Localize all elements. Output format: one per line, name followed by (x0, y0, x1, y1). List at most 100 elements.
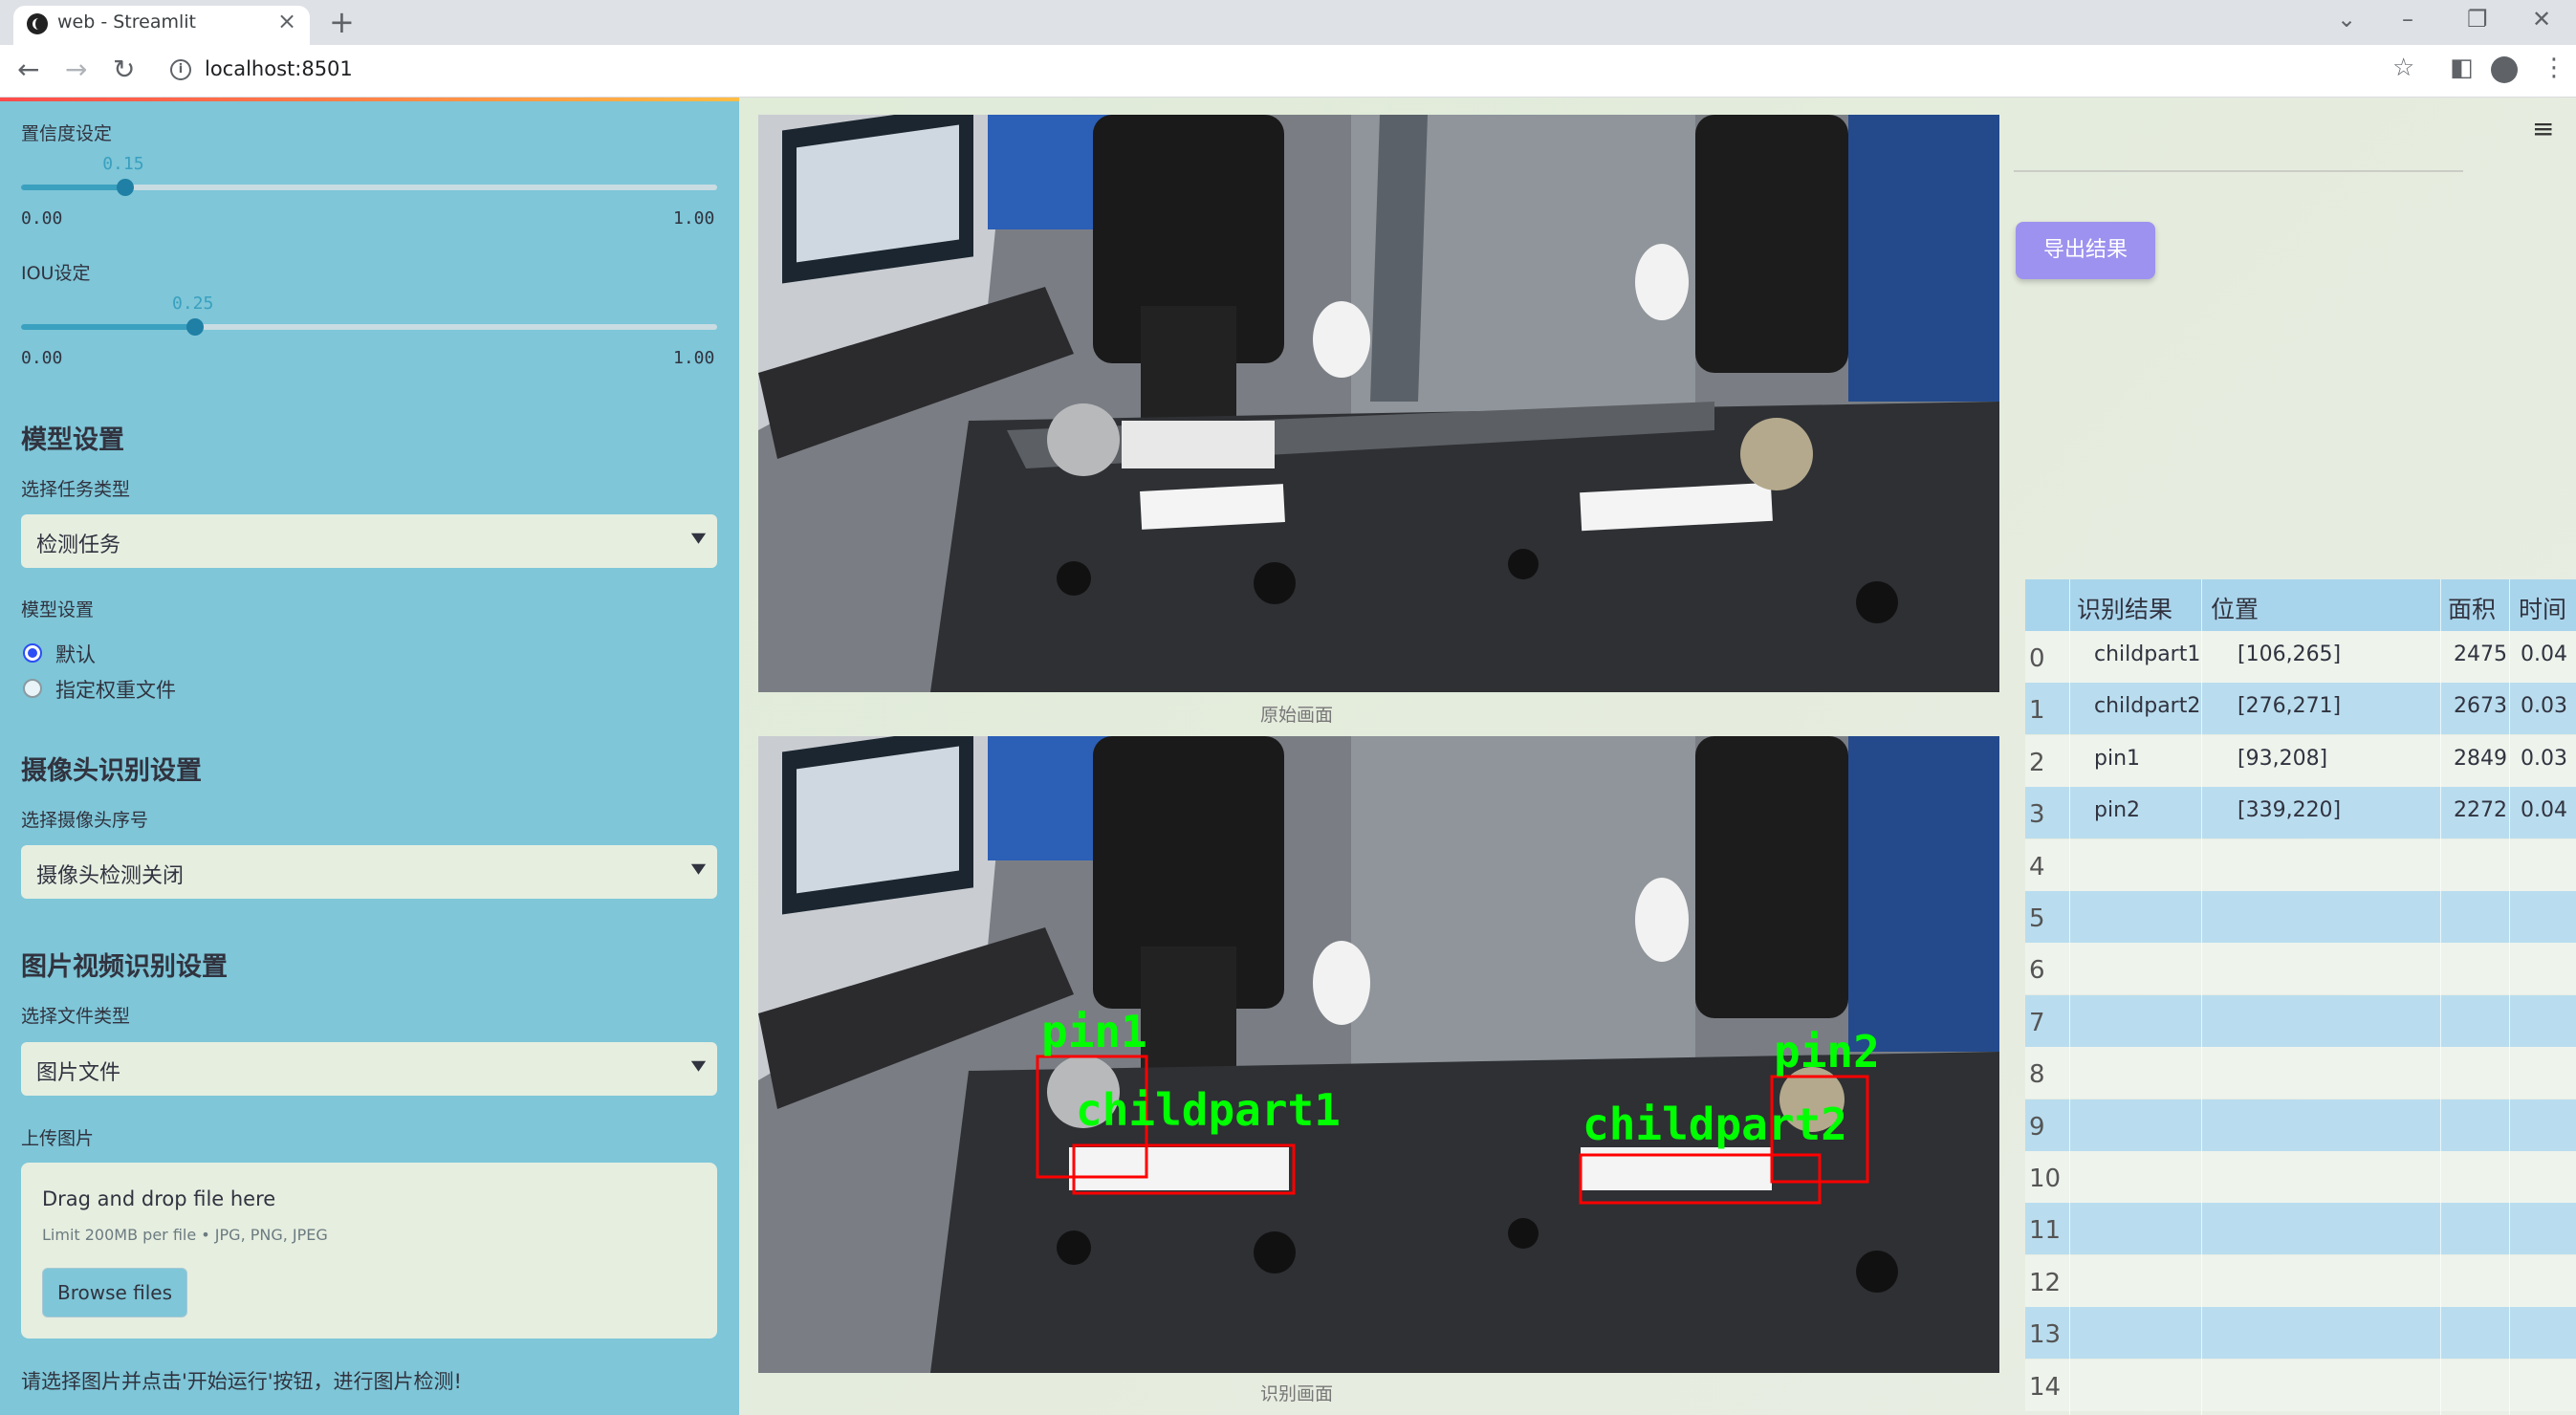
bookmark-star-icon[interactable]: ☆ (2392, 54, 2414, 82)
task-type-value: 检测任务 (36, 533, 121, 557)
minimize-icon[interactable]: – (2402, 6, 2413, 33)
cell-area: 2475 (2454, 642, 2507, 666)
browser-tab-bar (0, 0, 2576, 45)
cell-area: 2849 (2454, 746, 2507, 771)
confidence-min: 0.00 (21, 208, 63, 229)
new-tab-icon[interactable]: + (329, 4, 355, 40)
original-image-caption: 原始画面 (1260, 705, 1334, 726)
row-index: 2 (2029, 748, 2045, 777)
cell-area: 2272 (2454, 798, 2507, 823)
radio-default-label: 默认 (55, 643, 96, 666)
row-index: 12 (2029, 1268, 2062, 1297)
iou-max: 1.00 (673, 348, 715, 368)
row-index: 8 (2029, 1060, 2045, 1090)
site-info-icon[interactable]: i (170, 59, 191, 80)
col-header-position: 位置 (2211, 596, 2259, 623)
column-divider (2201, 579, 2202, 1415)
decoration-bar (0, 98, 739, 101)
cell-result: childpart1 (2094, 642, 2201, 666)
table-row[interactable]: 13 (2025, 1307, 2576, 1360)
childpart2-label: childpart2 (1583, 1099, 1847, 1150)
cell-position: [276,271] (2238, 694, 2342, 719)
file-type-label: 选择文件类型 (21, 1006, 131, 1027)
dropzone-title: Drag and drop file here (42, 1187, 276, 1210)
task-type-select[interactable]: 检测任务 ▾ (21, 514, 717, 568)
close-tab-icon[interactable]: × (277, 8, 296, 34)
cell-position: [93,208] (2238, 746, 2328, 771)
column-divider (2069, 579, 2070, 1415)
dropzone-limit: Limit 200MB per file • JPG, PNG, JPEG (42, 1226, 328, 1244)
tab-search-chevron-icon[interactable]: ⌄ (2337, 6, 2356, 33)
address-bar (0, 45, 2576, 98)
table-row[interactable]: 9 (2025, 1099, 2576, 1151)
close-window-icon[interactable]: ✕ (2532, 6, 2551, 33)
confidence-value: 0.15 (102, 154, 144, 174)
table-row[interactable]: 1 childpart2 [276,271] 2673 0.03 (2025, 683, 2576, 735)
browse-files-button[interactable]: Browse files (42, 1268, 187, 1317)
confidence-max: 1.00 (673, 208, 715, 229)
iou-slider-fill (21, 324, 195, 330)
childpart1-label: childpart1 (1076, 1084, 1341, 1136)
row-index: 0 (2029, 644, 2045, 673)
table-row[interactable]: 3 pin2 [339,220] 2272 0.04 (2025, 787, 2576, 839)
pin1-label: pin1 (1041, 1006, 1147, 1057)
col-header-time: 时间 (2519, 596, 2567, 623)
file-dropzone[interactable]: Drag and drop file here Limit 200MB per … (21, 1163, 717, 1339)
radio-custom-weights[interactable] (23, 679, 42, 698)
original-scene-graphic (758, 115, 1999, 692)
column-divider (2440, 579, 2441, 1415)
row-index: 6 (2029, 956, 2045, 986)
export-results-button[interactable]: 导出结果 (2016, 222, 2155, 279)
row-index: 11 (2029, 1216, 2062, 1246)
back-icon[interactable]: ← (17, 54, 39, 85)
task-type-label: 选择任务类型 (21, 479, 131, 500)
media-settings-header: 图片视频识别设置 (21, 952, 228, 982)
hamburger-menu-icon[interactable]: ≡ (2532, 113, 2554, 144)
browser-menu-icon[interactable]: ⋮ (2542, 54, 2566, 82)
file-type-select[interactable]: 图片文件 ▾ (21, 1042, 717, 1096)
table-row[interactable]: 2 pin1 [93,208] 2849 0.03 (2025, 734, 2576, 787)
table-row[interactable]: 11 (2025, 1203, 2576, 1255)
table-row[interactable]: 4 (2025, 838, 2576, 891)
table-row[interactable]: 7 (2025, 994, 2576, 1047)
table-row[interactable]: 10 (2025, 1151, 2576, 1203)
camera-settings-header: 摄像头识别设置 (21, 756, 202, 786)
confidence-slider-fill (21, 185, 126, 190)
radio-default[interactable] (23, 643, 42, 663)
forward-icon[interactable]: → (65, 54, 87, 85)
url-field[interactable]: localhost:8501 (205, 57, 353, 80)
restore-icon[interactable]: ❐ (2467, 6, 2488, 33)
radio-custom-weights-label: 指定权重文件 (55, 679, 176, 702)
col-header-area: 面积 (2448, 596, 2497, 623)
reload-icon[interactable]: ↻ (113, 54, 135, 85)
row-index: 14 (2029, 1372, 2062, 1402)
detection-image: pin1 childpart1 pin2 childpart2 (758, 736, 1999, 1373)
detection-image-caption: 识别画面 (1260, 1383, 1334, 1404)
table-row[interactable]: 12 (2025, 1254, 2576, 1307)
confidence-label: 置信度设定 (21, 123, 113, 144)
tab-title: web - Streamlit (57, 11, 196, 33)
pin2-label: pin2 (1774, 1026, 1880, 1078)
table-row[interactable]: 14 (2025, 1359, 2576, 1411)
iou-value: 0.25 (172, 294, 214, 314)
column-divider (2509, 579, 2510, 1415)
original-image (758, 115, 1999, 692)
table-row[interactable]: 8 (2025, 1047, 2576, 1099)
side-panel-icon[interactable]: ◧ (2450, 54, 2474, 82)
table-row[interactable]: 6 (2025, 943, 2576, 995)
model-settings-header: 模型设置 (21, 425, 124, 455)
table-row[interactable]: 5 (2025, 891, 2576, 943)
row-index: 5 (2029, 904, 2045, 933)
iou-slider-thumb[interactable] (186, 318, 204, 336)
detection-scene-graphic: pin1 childpart1 pin2 childpart2 (758, 736, 1999, 1373)
cell-area: 2673 (2454, 694, 2507, 719)
chevron-down-icon: ▾ (690, 857, 707, 881)
cell-result: childpart2 (2094, 694, 2201, 719)
row-index: 10 (2029, 1165, 2062, 1193)
table-row[interactable]: 0 childpart1 [106,265] 2475 0.04 (2025, 631, 2576, 683)
camera-index-select[interactable]: 摄像头检测关闭 ▾ (21, 845, 717, 899)
cell-position: [339,220] (2238, 798, 2342, 823)
profile-avatar-icon[interactable] (2491, 56, 2518, 83)
cell-position: [106,265] (2238, 642, 2342, 666)
cell-time: 0.03 (2521, 694, 2567, 719)
